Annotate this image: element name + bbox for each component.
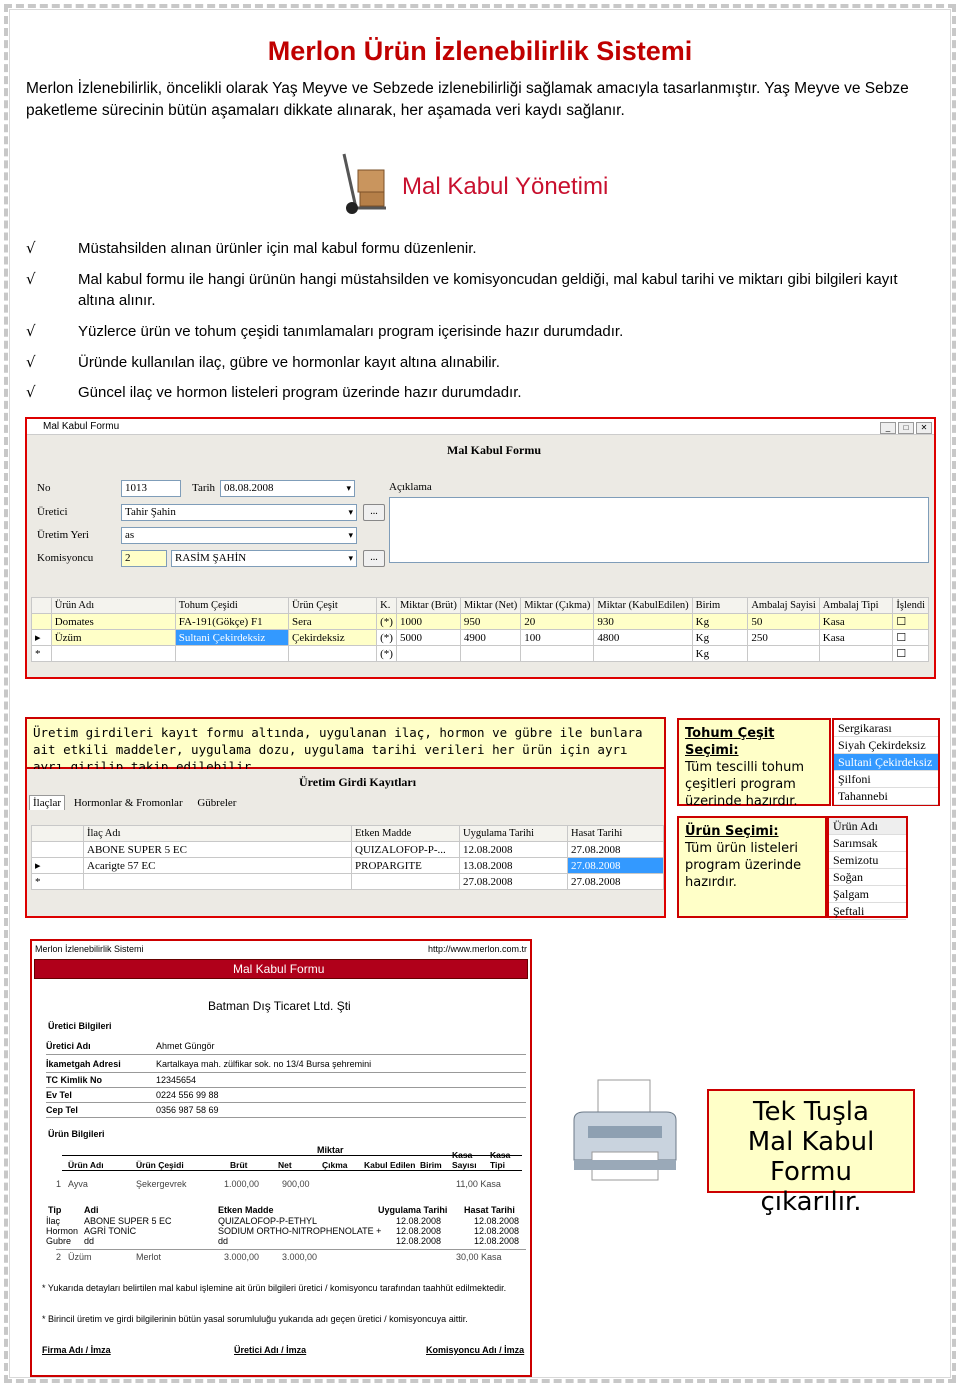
report-company: Batman Dış Ticaret Ltd. Şti [208, 999, 351, 1013]
uretici-browse-button[interactable]: ... [363, 504, 385, 521]
report-preview: Merlon İzlenebilirlik Sistemi http://www… [30, 939, 532, 1377]
list-item[interactable]: Sultani Çekirdeksiz [834, 754, 938, 771]
report-footnote: * Yukarıda detayları belirtilen mal kabu… [42, 1283, 507, 1293]
girdi-note: Üretim girdileri kayıt formu altında, uy… [25, 717, 666, 774]
list-item[interactable]: Şeftali [829, 903, 906, 920]
grid-header: Ürün Adı Tohum Çeşidi Ürün Çeşit K. Miktar (… [31, 597, 929, 614]
tab-gubreler[interactable]: Gübreler [191, 796, 242, 810]
girdi-window: Üretim Girdi Kayıtları İlaçlar Hormonlar… [25, 769, 666, 918]
list-item[interactable]: Semizotu [829, 852, 906, 869]
window-titlebar: Mal Kabul Formu _ □ ✕ [27, 419, 934, 435]
report-subrows: İlaç ABONE SUPER 5 EC QUIZALOFOP-P-ETHYL 12… [46, 1216, 520, 1246]
page-title: Merlon Ürün İzlenebilirlik Sistemi [267, 36, 693, 66]
report-row: 2 Üzüm Merlot 3.000,00 3.000,00 30,00 Kasa [56, 1249, 526, 1263]
report-footnote: * Birincil üretim ve girdi bilgilerinin … [42, 1314, 468, 1324]
uretim-yeri-select[interactable]: as [121, 527, 357, 544]
maximize-icon[interactable]: □ [898, 422, 914, 434]
report-sign: Komisyoncu Adı / İmza [426, 1345, 525, 1355]
tab-hormonlar[interactable]: Hormonlar & Fromonlar [68, 796, 189, 810]
mal-kabul-window: Mal Kabul Formu _ □ ✕ Mal Kabul Formu No 1… [25, 417, 936, 679]
report-sign: Üretici Adı / İmza [234, 1345, 307, 1355]
check-icon: √ [26, 239, 36, 257]
tab-ilaclar[interactable]: İlaçlar [29, 795, 66, 810]
table-row[interactable]: * 27.08.2008 27.08.2008 [31, 873, 664, 890]
table-row[interactable]: ABONE SUPER 5 EC QUIZALOFOP-P-... 12.08.20… [31, 841, 664, 858]
no-field[interactable]: 1013 [121, 480, 181, 497]
report-uretici-section: Üretici Bilgileri [48, 1021, 112, 1031]
urun-grid[interactable]: Ürün Adı Tohum Çeşidi Ürün Çeşit K. Miktar (… [31, 597, 929, 662]
table-row[interactable]: ▸ Üzüm Sultani Çekirdeksiz Çekirdeksiz (*) 50… [31, 629, 929, 646]
check-icon: √ [26, 353, 36, 371]
aciklama-field[interactable] [389, 497, 929, 563]
hand-truck-icon [342, 153, 386, 214]
check-icon: √ [26, 383, 36, 401]
girdi-grid[interactable]: İlaç Adı Etken Madde Uygulama Tarihi Hasat … [31, 825, 664, 890]
report-app-name: Merlon İzlenebilirlik Sistemi [35, 944, 144, 954]
list-item[interactable]: Siyah Çekirdeksiz [834, 737, 938, 754]
komisyoncu-label: Komisyoncu [37, 552, 94, 564]
report-sign: Firma Adı / İmza [42, 1345, 111, 1355]
table-row[interactable]: Domates FA-191(Gökçe) F1 Sera (*) 1000 950 20 9… [31, 613, 929, 630]
tarih-label: Tarih [192, 482, 216, 494]
report-banner: Mal Kabul Formu [34, 959, 528, 979]
report-urun-section: Ürün Bilgileri [48, 1129, 105, 1139]
list-item[interactable]: Şilfoni [834, 771, 938, 788]
print-callout: Tek Tuşla Mal Kabul Formu çıkarılır. [707, 1089, 915, 1217]
printer-icon [573, 1079, 677, 1181]
table-row[interactable]: ▸ Acarigte 57 EC PROPARGITE 13.08.2008 27.08… [31, 857, 664, 874]
report-cols: Ürün Adı Ürün Çeşidi Brüt Net Çıkma Kabu… [62, 1150, 522, 1171]
islendi-checkbox[interactable]: ☐ [892, 629, 929, 646]
grid-header: İlaç Adı Etken Madde Uygulama Tarihi Hasat … [31, 825, 664, 842]
list-item[interactable]: Tahannebi [834, 788, 938, 805]
tohum-list[interactable]: Sergikarası Siyah Çekirdeksiz Sultani Çe… [832, 718, 940, 806]
report-fields: Üretici Adı Ahmet Güngör İkametgah Adresi… [46, 1037, 526, 1118]
uretici-select[interactable]: Tahir Şahin [121, 504, 357, 521]
girdi-heading: Üretim Girdi Kayıtları [299, 775, 417, 789]
komisyoncu-code-field[interactable]: 2 [121, 550, 167, 567]
form-heading: Mal Kabul Formu [447, 443, 542, 457]
urun-list[interactable]: Ürün Adı Sarımsak Semizotu Soğan Şalgam … [827, 816, 908, 920]
close-icon[interactable]: ✕ [916, 422, 932, 434]
islendi-checkbox[interactable]: ☐ [892, 645, 929, 662]
uretim-yeri-label: Üretim Yeri [37, 529, 89, 541]
table-row[interactable]: * (*) Kg ☐ [31, 645, 929, 662]
report-url: http://www.merlon.com.tr [428, 944, 528, 954]
tarih-picker[interactable]: 08.08.2008 [220, 480, 355, 497]
list-item[interactable]: Sergikarası [834, 720, 938, 737]
list-item[interactable]: Sarımsak [829, 835, 906, 852]
check-icon: √ [26, 322, 36, 340]
uretici-label: Üretici [37, 506, 68, 518]
komisyoncu-browse-button[interactable]: ... [363, 550, 385, 567]
tohum-note: Tohum Çeşit Seçimi: Tüm tescilli tohum ç… [677, 718, 831, 809]
intro-text: Merlon İzlenebilirlik, öncelikli olarak … [26, 80, 909, 119]
section-title: Mal Kabul Yönetimi [402, 173, 609, 200]
aciklama-label: Açıklama [389, 481, 432, 493]
list-header: Ürün Adı [829, 818, 906, 835]
urun-note: Ürün Seçimi: Tüm ürün listeleri program … [677, 816, 827, 918]
islendi-checkbox[interactable]: ☐ [892, 613, 929, 630]
check-icon: √ [26, 270, 36, 288]
list-item[interactable]: Şalgam [829, 886, 906, 903]
no-label: No [37, 482, 51, 494]
minimize-icon[interactable]: _ [880, 422, 896, 434]
komisyoncu-select[interactable]: RASİM ŞAHİN [171, 550, 357, 567]
girdi-tabs: İlaçlar Hormonlar & Fromonlar Gübreler [29, 795, 242, 810]
list-item[interactable]: Soğan [829, 869, 906, 886]
